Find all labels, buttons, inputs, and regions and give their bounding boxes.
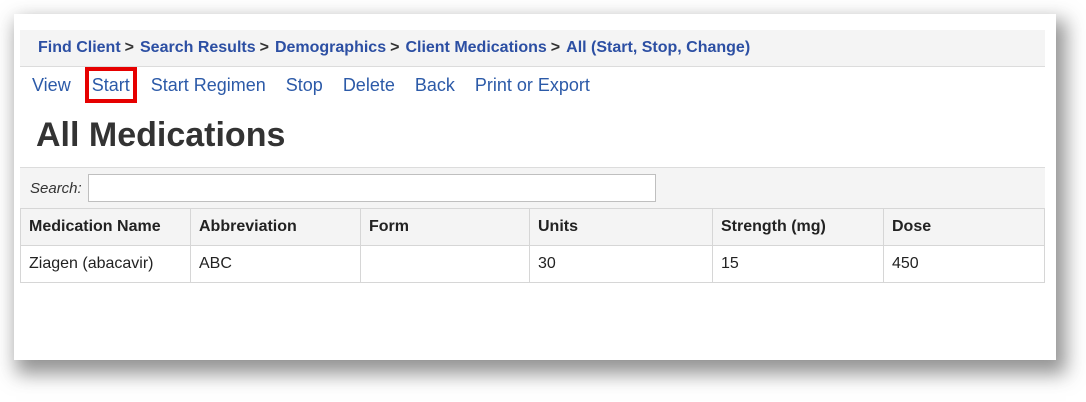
cell-form [360,245,530,283]
breadcrumb-separator: > [550,39,561,56]
breadcrumb: Find Client > Search Results > Demograph… [20,30,1045,67]
column-header-form[interactable]: Form [360,208,530,246]
column-header-abbreviation[interactable]: Abbreviation [190,208,361,246]
cell-dose: 450 [883,245,1045,283]
medications-panel: Find Client > Search Results > Demograph… [20,30,1045,350]
column-header-units[interactable]: Units [529,208,713,246]
cell-medication-name: Ziagen (abacavir) [20,245,191,283]
view-link[interactable]: View [32,73,71,97]
column-header-medication-name[interactable]: Medication Name [20,208,191,246]
search-label: Search: [30,179,82,197]
cell-units: 30 [529,245,713,283]
breadcrumb-separator: > [124,39,134,56]
screenshot-stage: Find Client > Search Results > Demograph… [0,0,1086,402]
breadcrumb-separator: > [259,39,269,56]
search-input[interactable] [87,174,656,202]
search-bar: Search: [20,167,1045,208]
medications-table: Medication Name Abbreviation Form Units … [20,208,1045,283]
breadcrumb-separator: > [390,39,400,56]
column-header-strength[interactable]: Strength (mg) [712,208,884,246]
print-export-link[interactable]: Print or Export [475,73,590,97]
cell-strength: 15 [712,245,884,283]
breadcrumb-search-results[interactable]: Search Results [140,39,256,57]
start-regimen-link[interactable]: Start Regimen [151,73,266,97]
start-link[interactable]: Start [84,67,137,103]
breadcrumb-all-medications[interactable]: All (Start, Stop, Change) [566,39,750,57]
breadcrumb-find-client[interactable]: Find Client [38,39,121,57]
page-title: All Medications [36,115,286,154]
back-link[interactable]: Back [415,73,455,97]
table-row[interactable]: Ziagen (abacavir) ABC 30 15 450 [20,245,1045,283]
breadcrumb-client-medications[interactable]: Client Medications [405,39,546,57]
action-toolbar: View Start Start Regimen Stop Delete Bac… [20,67,1045,103]
column-header-dose[interactable]: Dose [883,208,1045,246]
stop-link[interactable]: Stop [286,73,323,97]
cell-abbreviation: ABC [190,245,361,283]
table-header-row: Medication Name Abbreviation Form Units … [20,208,1045,246]
delete-link[interactable]: Delete [343,73,395,97]
breadcrumb-demographics[interactable]: Demographics [275,39,386,57]
